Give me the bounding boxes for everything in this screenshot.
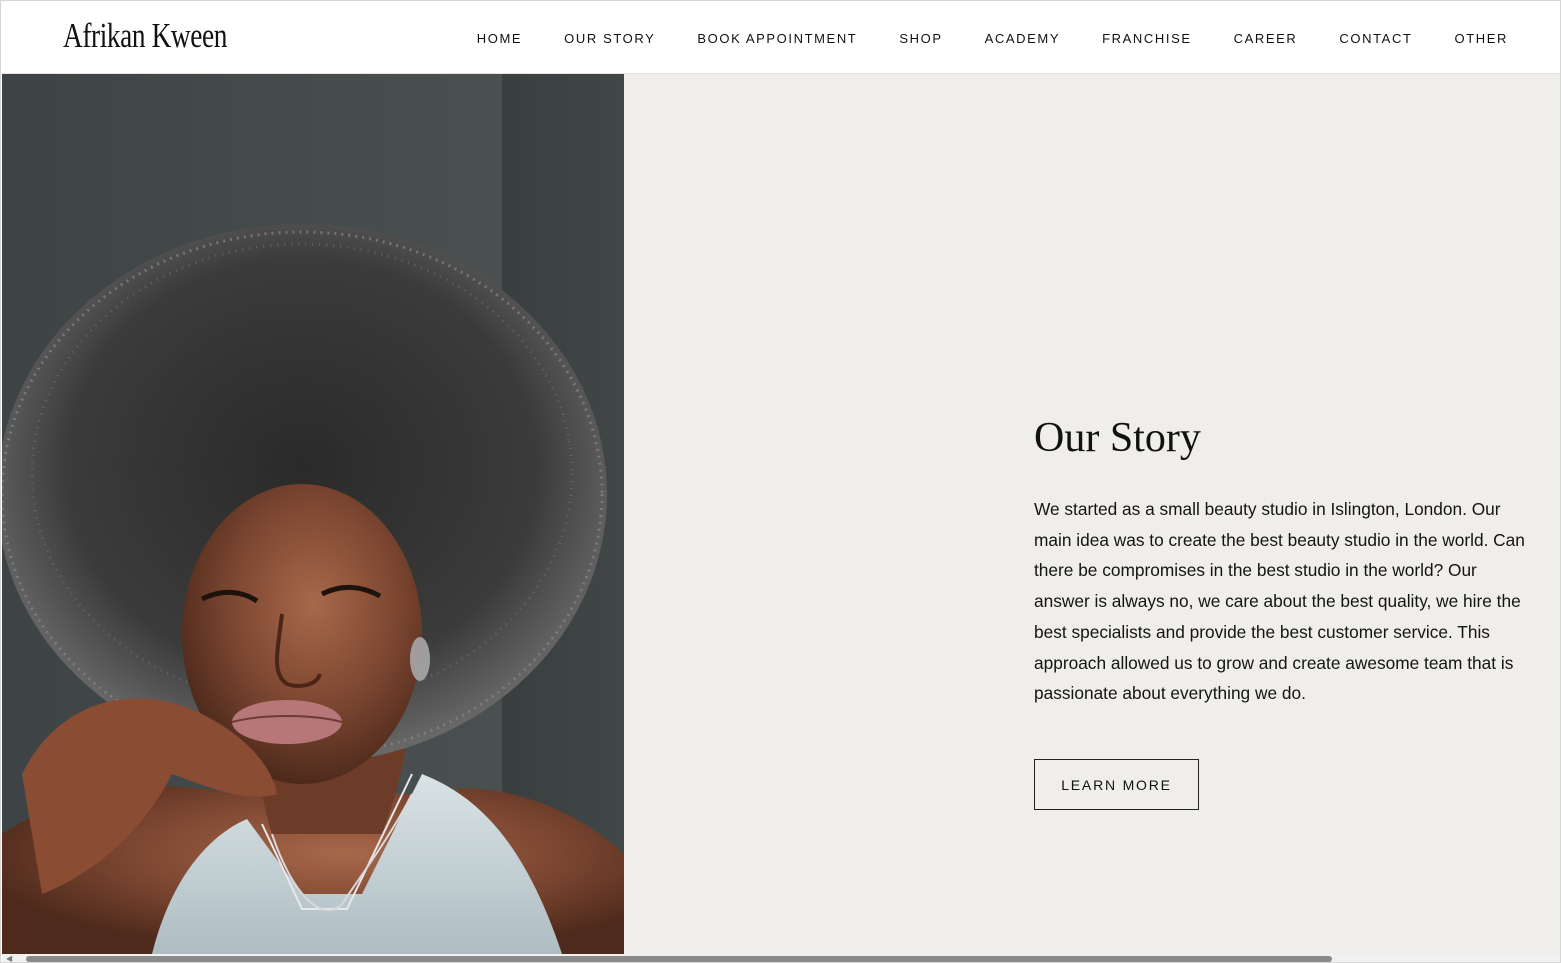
- nav-item-shop[interactable]: SHOP: [899, 31, 942, 46]
- site-header: Afrikan Kween HOME OUR STORY BOOK APPOIN…: [2, 2, 1560, 74]
- section-title: Our Story: [1034, 415, 1201, 461]
- our-story-section: Our Story We started as a small beauty s…: [624, 74, 1560, 954]
- nav-item-career[interactable]: CAREER: [1234, 31, 1298, 46]
- scrollbar-thumb[interactable]: [26, 956, 1332, 962]
- nav-item-home[interactable]: HOME: [477, 31, 522, 46]
- scroll-left-arrow-icon[interactable]: ◀: [6, 955, 12, 963]
- nav-item-other[interactable]: OTHER: [1455, 31, 1509, 46]
- portrait-illustration: [2, 74, 624, 954]
- hero-photo: [2, 74, 624, 954]
- main-nav: HOME OUR STORY BOOK APPOINTMENT SHOP ACA…: [477, 2, 1508, 74]
- nav-item-contact[interactable]: CONTACT: [1339, 31, 1412, 46]
- nav-item-franchise[interactable]: FRANCHISE: [1102, 31, 1192, 46]
- site-logo[interactable]: Afrikan Kween: [63, 16, 227, 56]
- story-paragraph: We started as a small beauty studio in I…: [1034, 499, 1525, 704]
- horizontal-scrollbar[interactable]: ◀: [2, 954, 1560, 963]
- nav-item-academy[interactable]: ACADEMY: [985, 31, 1061, 46]
- nav-item-book-appointment[interactable]: BOOK APPOINTMENT: [697, 31, 857, 46]
- learn-more-button[interactable]: LEARN MORE: [1034, 759, 1199, 810]
- page: Afrikan Kween HOME OUR STORY BOOK APPOIN…: [0, 0, 1561, 963]
- nav-item-our-story[interactable]: OUR STORY: [564, 31, 655, 46]
